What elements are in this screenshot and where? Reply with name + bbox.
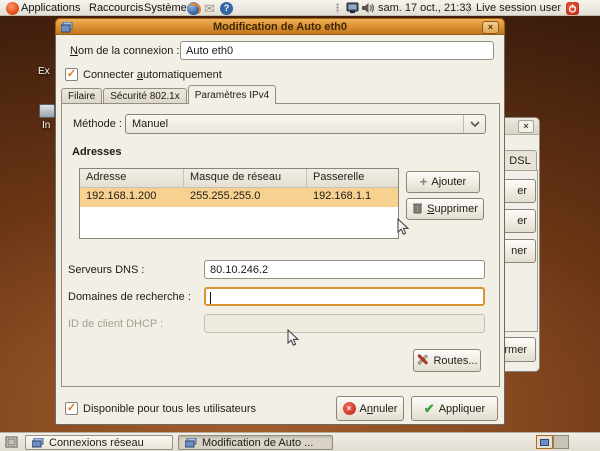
show-desktop-icon[interactable] — [2, 434, 21, 450]
workspace-1[interactable] — [536, 435, 553, 449]
autoconnect-label: Connecter automatiquement — [83, 69, 222, 81]
dhcp-client-id-label: ID de client DHCP : — [68, 318, 163, 330]
column-header-netmask[interactable]: Masque de réseau — [184, 169, 307, 187]
ipv4-tab-panel — [61, 103, 500, 387]
plus-icon: + — [420, 176, 428, 188]
addresses-section-title: Adresses — [72, 146, 122, 158]
user-session-menu[interactable]: Live session user — [473, 0, 564, 16]
connection-name-input[interactable] — [180, 41, 494, 60]
clock[interactable]: sam. 17 oct., 21:33 — [375, 0, 475, 16]
task-network-connections[interactable]: Connexions réseau — [25, 435, 173, 450]
close-icon[interactable]: × — [482, 21, 499, 34]
window-icon — [185, 438, 197, 448]
check-icon: ✓ — [67, 403, 76, 414]
apply-check-icon: ✔ — [424, 402, 435, 415]
dialog-titlebar[interactable]: Modification de Auto eth0 × — [55, 18, 505, 35]
menu-applications[interactable]: Applications — [18, 0, 83, 16]
tab-ipv4-settings[interactable]: Paramètres IPv4 — [188, 85, 276, 104]
desktop-icon-label-install[interactable]: In — [42, 120, 50, 131]
addresses-table: Adresse Masque de réseau Passerelle 192.… — [79, 168, 399, 239]
desktop-icon-label-examples[interactable]: Ex — [38, 66, 50, 77]
cell-netmask: 255.255.255.0 — [184, 188, 307, 207]
method-dropdown[interactable]: Manuel — [125, 114, 486, 134]
close-icon[interactable]: × — [518, 120, 534, 133]
cancel-x-icon: × — [343, 402, 356, 415]
workspace-window-thumb — [540, 439, 549, 446]
apply-button[interactable]: ✔ Appliquer — [411, 396, 498, 421]
available-to-all-label: Disponible pour tous les utilisateurs — [83, 403, 256, 415]
edit-connection-dialog: Modification de Auto eth0 × Nom de la co… — [55, 18, 505, 425]
table-row[interactable]: 192.168.1.200 255.255.255.0 192.168.1.1 — [80, 188, 398, 207]
column-header-gateway[interactable]: Passerelle — [307, 169, 398, 187]
cancel-button[interactable]: × Annuler — [336, 396, 404, 421]
task-edit-connection[interactable]: Modification de Auto ... — [178, 435, 333, 450]
dhcp-client-id-input — [204, 314, 485, 333]
trash-icon — [412, 202, 423, 217]
search-domains-input[interactable] — [204, 287, 485, 306]
routes-button[interactable]: Routes... — [413, 349, 481, 372]
cell-gateway: 192.168.1.1 — [307, 188, 398, 207]
method-selected-value: Manuel — [132, 118, 168, 130]
panel-drag-handle[interactable] — [336, 3, 339, 13]
menu-system[interactable]: Système — [141, 0, 190, 16]
panel-separator — [468, 2, 469, 14]
mouse-cursor-secondary — [287, 329, 301, 347]
chevron-down-icon — [463, 115, 485, 133]
method-label: Méthode : — [73, 118, 122, 130]
dialog-title: Modification de Auto eth0 — [56, 21, 504, 33]
cell-address: 192.168.1.200 — [80, 188, 184, 207]
tab-wired[interactable]: Filaire — [61, 88, 102, 103]
column-header-address[interactable]: Adresse — [80, 169, 184, 187]
tab-security-802-1x[interactable]: Sécurité 802.1x — [103, 88, 187, 103]
workspace-2[interactable] — [553, 435, 569, 449]
gnome-top-panel: Applications Raccourcis Système ✉ ? sam.… — [0, 0, 600, 16]
check-icon: ✓ — [67, 69, 76, 80]
tab-dsl[interactable]: DSL — [503, 150, 537, 171]
menu-places[interactable]: Raccourcis — [86, 0, 146, 16]
dns-servers-label: Serveurs DNS : — [68, 264, 144, 276]
desktop: Ex In × DSL er er ner rmer Modification … — [0, 0, 600, 451]
install-desktop-icon[interactable] — [39, 104, 55, 118]
search-domains-label: Domaines de recherche : — [68, 291, 191, 303]
available-to-all-checkbox[interactable]: ✓ — [65, 402, 78, 415]
help-icon[interactable]: ? — [217, 0, 236, 16]
connection-name-label: Nom de la connexion : — [70, 45, 179, 57]
window-icon — [32, 438, 44, 448]
dns-servers-input[interactable] — [204, 260, 485, 279]
settings-tabs: Filaire Sécurité 802.1x Paramètres IPv4 — [61, 85, 277, 103]
power-session-icon[interactable] — [563, 0, 582, 16]
autoconnect-checkbox[interactable]: ✓ — [65, 68, 78, 81]
text-caret — [210, 292, 211, 304]
mouse-cursor — [397, 218, 411, 236]
delete-address-button[interactable]: Supprimer — [406, 198, 484, 220]
tools-icon — [416, 353, 429, 369]
add-address-button[interactable]: + Ajouter — [406, 171, 480, 193]
addresses-table-header: Adresse Masque de réseau Passerelle — [80, 169, 398, 188]
bottom-taskbar: Connexions réseau Modification de Auto .… — [0, 432, 600, 451]
mail-icon[interactable]: ✉ — [201, 0, 218, 16]
